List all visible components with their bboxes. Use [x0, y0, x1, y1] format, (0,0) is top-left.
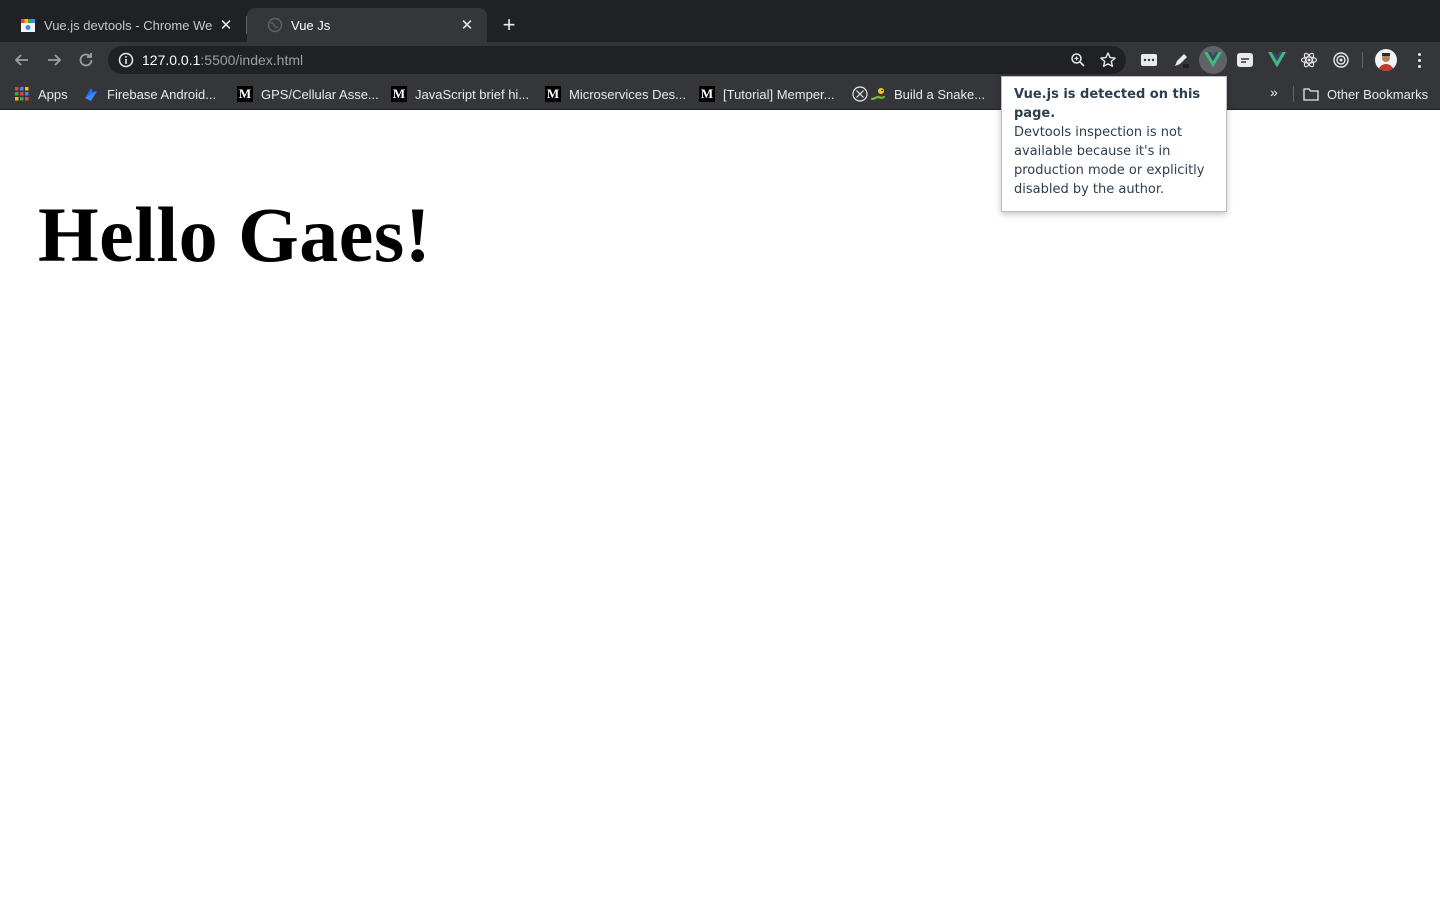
- medium-icon: M: [237, 86, 253, 102]
- snake-icon: [870, 86, 886, 102]
- bookmark-label: [Tutorial] Memper...: [723, 86, 835, 102]
- other-bookmarks[interactable]: Other Bookmarks: [1303, 84, 1428, 104]
- dot-icon: [1417, 64, 1421, 68]
- bookmark-microservices[interactable]: M Microservices Des...: [545, 84, 686, 104]
- arrow-left-icon: [14, 54, 28, 66]
- target-extension-icon[interactable]: [1332, 51, 1350, 69]
- medium-icon: M: [545, 86, 561, 102]
- vue-logo-icon: [1204, 52, 1222, 68]
- browser-menu-button[interactable]: [1410, 51, 1428, 69]
- address-bar[interactable]: 127.0.0.1:5500/index.html: [108, 46, 1126, 74]
- bookmark-label: Apps: [38, 86, 68, 102]
- url-path: :5500/index.html: [200, 52, 304, 68]
- bookmark-label: Build a Snake...: [894, 86, 986, 102]
- bookmark-label: Microservices Des...: [569, 86, 687, 102]
- vue-extension-icon[interactable]: [1268, 51, 1286, 69]
- popup-message: Devtools inspection is not available bec…: [1014, 125, 1205, 197]
- bookmark-label: Firebase Android...: [107, 86, 217, 102]
- bookmarks-divider: [1293, 86, 1294, 102]
- extension-dots-icon[interactable]: [1140, 51, 1158, 69]
- tab-title: Vue.js devtools - Chrome Web Store: [44, 17, 212, 33]
- medium-icon: M: [699, 86, 715, 102]
- bookmark-label: JavaScript brief hi...: [415, 86, 530, 102]
- page-heading: Hello Gaes!: [38, 191, 432, 278]
- vue-devtools-popup: Vue.js is detected on this page. Devtool…: [1001, 76, 1227, 212]
- bookmark-tutorial[interactable]: M [Tutorial] Memper...: [699, 84, 835, 104]
- react-devtools-icon[interactable]: [1300, 51, 1318, 69]
- tab-title: Vue Js: [291, 17, 331, 33]
- toolbar-divider: [1362, 52, 1363, 68]
- dot-icon: [1417, 52, 1421, 56]
- folder-icon: [1303, 86, 1319, 102]
- zoom-icon[interactable]: [1070, 52, 1086, 68]
- bookmark-javascript-brief[interactable]: M JavaScript brief hi...: [391, 84, 529, 104]
- reload-button[interactable]: [76, 50, 96, 70]
- bookmark-star-icon[interactable]: [1099, 51, 1117, 69]
- forward-button[interactable]: [44, 50, 64, 70]
- bookmarks-overflow-icon[interactable]: »: [1270, 84, 1278, 100]
- firebase-icon: [83, 86, 99, 102]
- globe-icon: [267, 17, 283, 33]
- medium-icon: M: [391, 86, 407, 102]
- chrome-web-store-icon: [20, 17, 36, 33]
- arrow-right-icon: [48, 54, 62, 66]
- new-tab-button[interactable]: +: [498, 14, 520, 36]
- url-text: 127.0.0.1:5500/index.html: [142, 52, 303, 68]
- bookmark-build-snake[interactable]: Build a Snake...: [852, 84, 985, 104]
- close-tab-icon[interactable]: ✕: [459, 17, 475, 34]
- tab-strip: Vue.js devtools - Chrome Web Store ✕ Vue…: [0, 0, 1440, 42]
- info-icon[interactable]: [118, 52, 134, 68]
- browser-toolbar: 127.0.0.1:5500/index.html: [0, 42, 1440, 78]
- profile-avatar[interactable]: [1375, 49, 1397, 71]
- tab-vue-devtools-store[interactable]: Vue.js devtools - Chrome Web Store ✕: [0, 8, 246, 42]
- bookmark-gps-cellular[interactable]: M GPS/Cellular Asse...: [237, 84, 379, 104]
- vue-devtools-extension-button[interactable]: [1199, 46, 1227, 74]
- circle-x-icon: [852, 86, 868, 102]
- pencil-extension-icon[interactable]: [1172, 51, 1190, 69]
- dot-icon: [1417, 58, 1421, 62]
- apps-grid-icon: [14, 86, 30, 102]
- tab-vue-js[interactable]: Vue Js ✕: [247, 8, 487, 42]
- chat-extension-icon[interactable]: [1236, 51, 1254, 69]
- back-button[interactable]: [12, 50, 32, 70]
- reload-icon: [79, 53, 93, 67]
- bookmark-apps[interactable]: Apps: [14, 84, 68, 104]
- bookmark-label: GPS/Cellular Asse...: [261, 86, 379, 102]
- bookmark-label: Other Bookmarks: [1327, 86, 1429, 102]
- url-host: 127.0.0.1: [142, 52, 201, 68]
- popup-headline: Vue.js is detected on this page.: [1014, 87, 1201, 121]
- close-tab-icon[interactable]: ✕: [218, 17, 234, 34]
- bookmark-firebase[interactable]: Firebase Android...: [83, 84, 216, 104]
